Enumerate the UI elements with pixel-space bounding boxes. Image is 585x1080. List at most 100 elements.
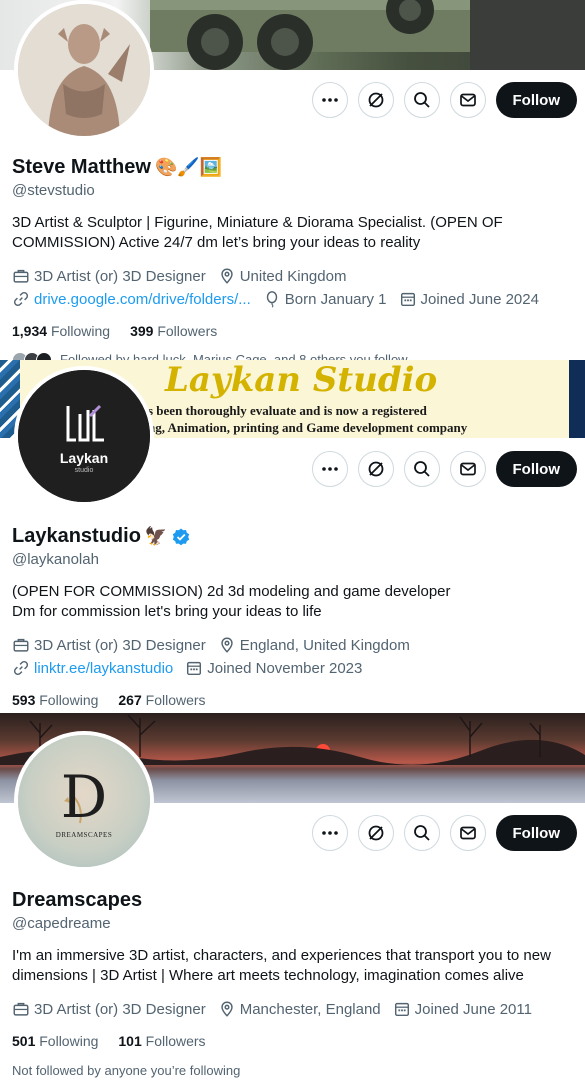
more-dots-icon bbox=[321, 98, 338, 102]
location-text: Manchester, England bbox=[239, 1000, 381, 1018]
join-date: Joined June 2011 bbox=[393, 1000, 532, 1018]
website[interactable]: drive.google.com/drive/folders/... bbox=[12, 290, 251, 308]
laykan-logo bbox=[18, 370, 150, 502]
grok-icon bbox=[368, 92, 383, 108]
calendar-icon bbox=[187, 661, 202, 676]
more-button[interactable] bbox=[311, 451, 348, 487]
following-stat[interactable]: 1,934 Following bbox=[12, 323, 110, 339]
mail-icon bbox=[459, 93, 476, 107]
calendar-icon bbox=[400, 292, 415, 307]
website-link[interactable]: linktr.ee/laykanstudio bbox=[34, 660, 173, 677]
display-name[interactable]: Laykanstudio 🦅 bbox=[12, 525, 191, 548]
bio-line: Dm for commission let's bring your ideas… bbox=[12, 603, 322, 620]
bio-line: I'm an immersive 3D artist, characters, … bbox=[12, 947, 551, 964]
link-icon bbox=[13, 660, 29, 676]
more-dots-icon bbox=[321, 831, 338, 835]
message-button[interactable] bbox=[449, 815, 486, 851]
follow-stats: 1,934 Following 399 Followers bbox=[12, 323, 217, 339]
category: 3D Artist (or) 3D Designer bbox=[12, 267, 206, 285]
search-icon bbox=[413, 825, 430, 841]
banner-title: Laykan Studio bbox=[165, 360, 438, 400]
user-handle[interactable]: @stevstudio bbox=[12, 182, 95, 199]
profile-meta-row: drive.google.com/drive/folders/... Born … bbox=[12, 290, 539, 308]
category-text: 3D Artist (or) 3D Designer bbox=[34, 267, 206, 285]
location-pin-icon bbox=[221, 268, 233, 284]
avatar[interactable] bbox=[14, 0, 154, 140]
followers-stat[interactable]: 267 Followers bbox=[118, 692, 205, 708]
search-button[interactable] bbox=[403, 451, 440, 487]
profile-meta-row: 3D Artist (or) 3D Designer United Kingdo… bbox=[12, 267, 346, 285]
join-date-text: Joined June 2011 bbox=[414, 1000, 532, 1018]
bio-line: COMMISSION) Active 24/7 dm let’s bring y… bbox=[12, 234, 421, 251]
followers-count: 267 bbox=[118, 692, 142, 708]
display-name[interactable]: Steve Matthew 🎨🖌️🖼️ bbox=[12, 156, 222, 179]
following-count: 593 bbox=[12, 692, 36, 708]
briefcase-icon bbox=[13, 1002, 29, 1016]
following-stat[interactable]: 501 Following bbox=[12, 1033, 98, 1049]
verified-badge-icon[interactable] bbox=[171, 527, 191, 547]
search-button[interactable] bbox=[403, 815, 440, 851]
website-link[interactable]: drive.google.com/drive/folders/... bbox=[34, 291, 251, 308]
followers-count: 101 bbox=[118, 1033, 142, 1049]
bio: 3D Artist & Sculptor | Figurine, Miniatu… bbox=[12, 213, 577, 253]
search-button[interactable] bbox=[403, 82, 440, 118]
banner-line: s been thoroughly evaluate and is now a … bbox=[148, 403, 427, 418]
bio-line: dimensions | 3D Artist | Where art meets… bbox=[12, 967, 524, 984]
bio: (OPEN FOR COMMISSION) 2d 3d modeling and… bbox=[12, 582, 577, 622]
profile-actions: Follow bbox=[311, 451, 577, 487]
mail-icon bbox=[459, 462, 476, 476]
grok-button[interactable] bbox=[357, 82, 394, 118]
profile-meta-row: 3D Artist (or) 3D Designer England, Unit… bbox=[12, 636, 410, 654]
follow-button[interactable]: Follow bbox=[495, 451, 577, 487]
followed-by-text: Followed by hard luck, Marius Cage, and … bbox=[60, 352, 408, 360]
balloon-icon bbox=[266, 291, 278, 308]
user-handle[interactable]: @capedreame bbox=[12, 915, 111, 932]
display-name[interactable]: Dreamscapes bbox=[12, 889, 142, 912]
followers-stat[interactable]: 399 Followers bbox=[130, 323, 217, 339]
follow-stats: 501 Following 101 Followers bbox=[12, 1033, 206, 1049]
bio: I'm an immersive 3D artist, characters, … bbox=[12, 946, 577, 986]
profile-meta-row: linktr.ee/laykanstudio Joined November 2… bbox=[12, 659, 362, 677]
more-button[interactable] bbox=[311, 815, 348, 851]
grok-button[interactable] bbox=[357, 451, 394, 487]
message-button[interactable] bbox=[449, 451, 486, 487]
join-date: Joined November 2023 bbox=[185, 659, 362, 677]
avatar bbox=[36, 352, 52, 360]
location: United Kingdom bbox=[218, 267, 346, 285]
avatar[interactable]: Laykan studio bbox=[14, 366, 154, 506]
profile-card-laykanolah: Laykan Studio s been thoroughly evaluate… bbox=[0, 360, 585, 713]
avatar-wordmark: Laykan bbox=[59, 450, 109, 466]
avatar[interactable]: D DREAMSCAPES bbox=[14, 731, 154, 871]
following-stat[interactable]: 593 Following bbox=[12, 692, 98, 708]
follow-stats: 593 Following 267 Followers bbox=[12, 692, 206, 708]
followed-by-avatars bbox=[12, 352, 58, 360]
location: Manchester, England bbox=[218, 1000, 381, 1018]
follow-button[interactable]: Follow bbox=[495, 815, 577, 851]
more-button[interactable] bbox=[311, 82, 348, 118]
following-label: Following bbox=[50, 323, 111, 339]
birthday: Born January 1 bbox=[263, 290, 387, 308]
bio-line: (OPEN FOR COMMISSION) 2d 3d modeling and… bbox=[12, 583, 451, 600]
banner-line: ng, Animation, printing and Game develop… bbox=[148, 420, 468, 435]
profile-card-stevstudio: Follow Steve Matthew 🎨🖌️🖼️ @stevstudio 3… bbox=[0, 0, 585, 360]
message-button[interactable] bbox=[449, 82, 486, 118]
website[interactable]: linktr.ee/laykanstudio bbox=[12, 659, 173, 677]
follow-button[interactable]: Follow bbox=[495, 82, 577, 118]
followers-label: Followers bbox=[145, 1033, 206, 1049]
calendar-icon bbox=[394, 1002, 409, 1017]
following-label: Following bbox=[39, 692, 99, 708]
bio-line: 3D Artist & Sculptor | Figurine, Miniatu… bbox=[12, 214, 503, 231]
avatar-sub: studio bbox=[74, 467, 94, 474]
name-emoji: 🦅 bbox=[144, 526, 168, 547]
followed-by-note[interactable]: Followed by hard luck, Marius Cage, and … bbox=[60, 352, 408, 360]
user-handle[interactable]: @laykanolah bbox=[12, 551, 99, 568]
briefcase-icon bbox=[13, 269, 29, 283]
profile-actions: Follow bbox=[311, 815, 577, 851]
join-date-text: Joined June 2024 bbox=[420, 290, 539, 308]
grok-button[interactable] bbox=[357, 815, 394, 851]
briefcase-icon bbox=[13, 638, 29, 652]
birthday-text: Born January 1 bbox=[284, 290, 387, 308]
following-label: Following bbox=[39, 1033, 99, 1049]
followers-stat[interactable]: 101 Followers bbox=[118, 1033, 205, 1049]
following-count: 501 bbox=[12, 1033, 36, 1049]
